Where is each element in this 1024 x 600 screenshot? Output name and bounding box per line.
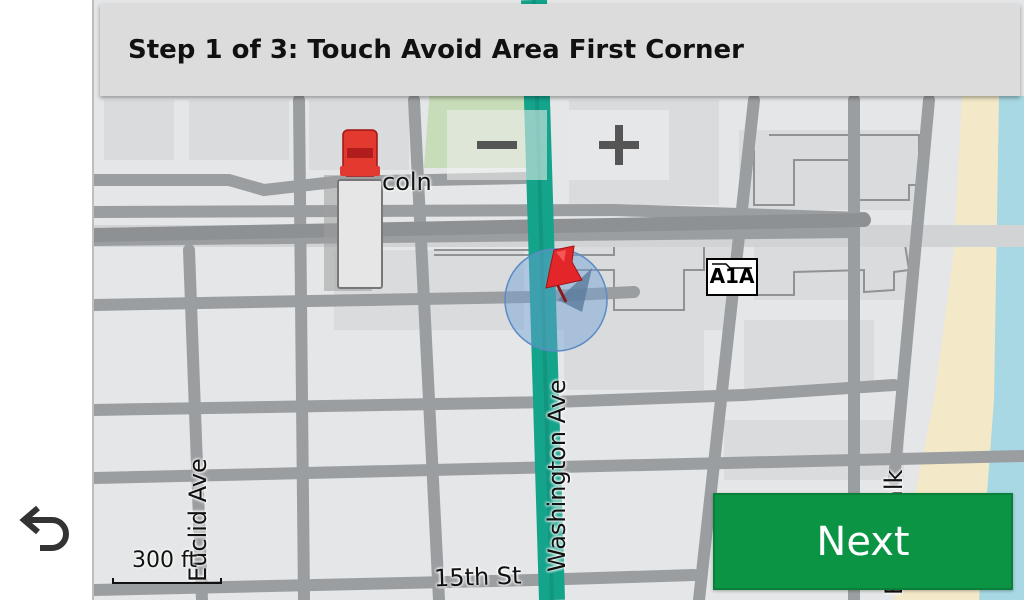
- street-label-washington: Washington Ave: [543, 379, 571, 572]
- minus-icon: [477, 141, 517, 149]
- scale-label: 300 ft: [132, 548, 197, 573]
- back-button[interactable]: [14, 494, 80, 560]
- street-label-lincoln: coln: [382, 168, 432, 196]
- undo-arrow-icon: [19, 505, 69, 551]
- street-label-15th: 15th St: [433, 561, 522, 593]
- instruction-banner: Step 1 of 3: Touch Avoid Area First Corn…: [100, 4, 1020, 96]
- zoom-in-button[interactable]: [569, 110, 669, 180]
- next-button[interactable]: Next: [713, 493, 1013, 590]
- zoom-out-button[interactable]: [447, 110, 547, 180]
- scale-bar: [112, 578, 222, 584]
- plus-icon: [599, 125, 639, 165]
- highway-shield-label: A1A: [709, 264, 755, 288]
- left-panel: [0, 0, 94, 600]
- instruction-text: Step 1 of 3: Touch Avoid Area First Corn…: [128, 35, 744, 65]
- highway-shield-a1a: A1A: [706, 258, 758, 296]
